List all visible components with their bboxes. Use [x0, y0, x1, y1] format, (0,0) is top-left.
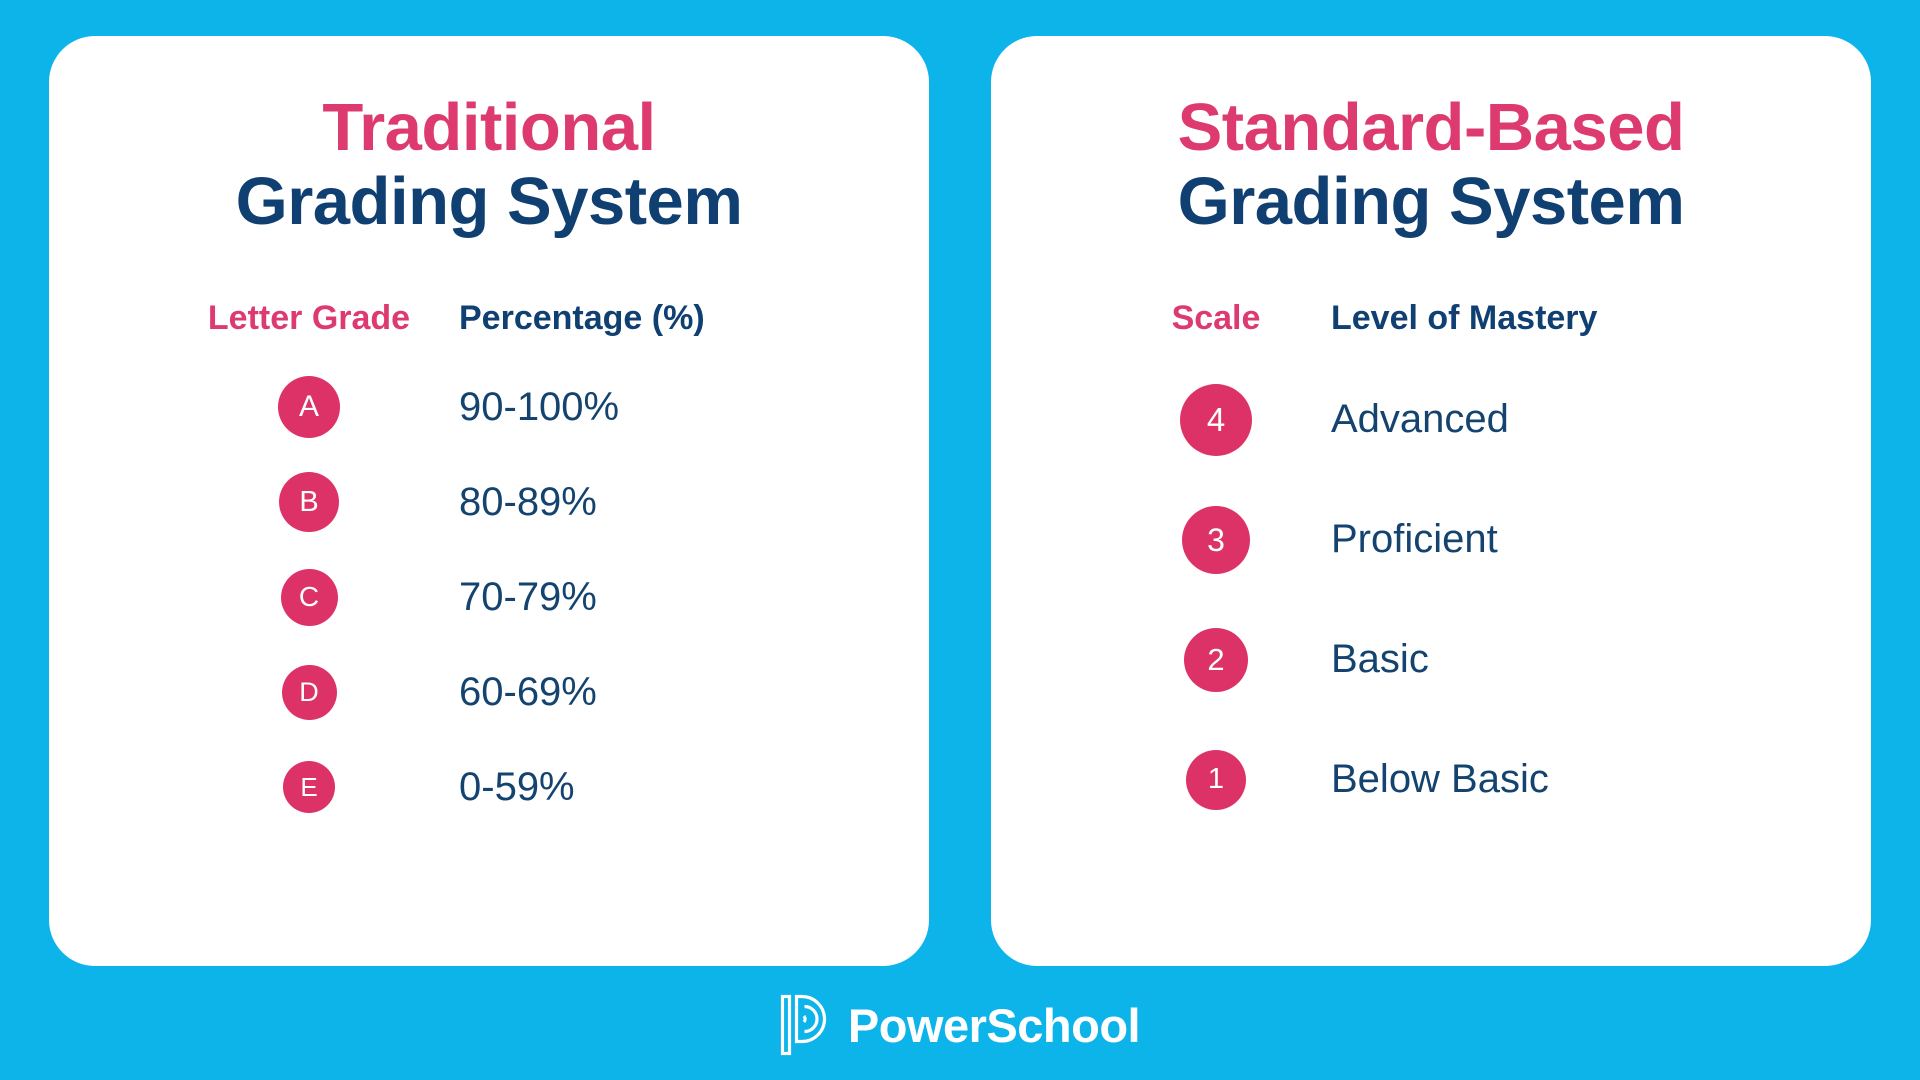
- mastery-level-cell: Proficient: [1331, 517, 1761, 562]
- standard-based-title-line2: Grading System: [1177, 164, 1685, 240]
- scale-header-label: Scale: [1171, 298, 1261, 337]
- standard-based-grading-table: Scale Level of Mastery 4 Advanced 3 Prof…: [1041, 299, 1821, 840]
- mastery-level-value: Proficient: [1331, 517, 1498, 562]
- grade-badge-e: E: [283, 761, 335, 814]
- powerschool-footer: PowerSchool: [780, 988, 1141, 1062]
- table-row: 1 Below Basic: [1101, 720, 1761, 840]
- grade-percentage-value: 90-100%: [459, 384, 620, 429]
- table-row: B 80-89%: [159, 455, 819, 550]
- scale-badge-1: 1: [1186, 749, 1246, 810]
- standard-based-table-header-row: Scale Level of Mastery: [1101, 299, 1761, 338]
- traditional-grading-table: Letter Grade Percentage (%) A 90-100% B …: [99, 299, 879, 835]
- table-row: C 70-79%: [159, 550, 819, 645]
- grade-badge-cell: C: [159, 568, 459, 626]
- infographic-page: Traditional Grading System Letter Grade …: [0, 0, 1920, 1080]
- powerschool-brand-name: PowerSchool: [847, 998, 1141, 1052]
- grade-badge-d: D: [281, 664, 337, 720]
- grade-badge-b: B: [279, 472, 339, 533]
- traditional-card-title: Traditional Grading System: [235, 90, 743, 240]
- powerschool-p-logo-icon: [780, 994, 832, 1056]
- grade-percentage-cell: 60-69%: [459, 670, 819, 715]
- grade-percentage-value: 0-59%: [459, 764, 575, 809]
- grade-percentage-cell: 70-79%: [459, 575, 819, 620]
- traditional-title-line1: Traditional: [322, 90, 656, 165]
- grade-percentage-cell: 80-89%: [459, 480, 819, 525]
- standard-based-header-cell-scale: Scale: [1101, 299, 1331, 338]
- table-row: D 60-69%: [159, 645, 819, 740]
- standard-based-card-title: Standard-Based Grading System: [1177, 90, 1685, 240]
- table-row: A 90-100%: [159, 360, 819, 455]
- table-row: 3 Proficient: [1101, 480, 1761, 600]
- scale-badge-4: 4: [1180, 383, 1252, 456]
- traditional-header-cell-letter-grade: Letter Grade: [159, 299, 459, 338]
- grade-percentage-cell: 90-100%: [459, 385, 819, 430]
- grade-badge-c: C: [280, 568, 338, 626]
- scale-badge-cell: 1: [1101, 749, 1331, 810]
- percentage-header-label: Percentage (%): [459, 298, 705, 337]
- grade-badge-a: A: [278, 376, 340, 439]
- scale-badge-cell: 2: [1101, 627, 1331, 692]
- traditional-table-header-row: Letter Grade Percentage (%): [159, 299, 819, 338]
- table-row: 2 Basic: [1101, 600, 1761, 720]
- standard-based-table-inner: Scale Level of Mastery 4 Advanced 3 Prof…: [1101, 299, 1761, 840]
- traditional-title-line2: Grading System: [235, 164, 743, 240]
- standard-based-header-cell-mastery: Level of Mastery: [1331, 299, 1761, 338]
- mastery-level-value: Basic: [1331, 637, 1429, 682]
- scale-badge-cell: 3: [1101, 505, 1331, 574]
- mastery-level-value: Below Basic: [1331, 757, 1549, 802]
- grade-percentage-cell: 0-59%: [459, 765, 819, 810]
- grade-percentage-value: 60-69%: [459, 669, 597, 714]
- grade-badge-cell: D: [159, 664, 459, 720]
- table-row: E 0-59%: [159, 740, 819, 835]
- traditional-table-inner: Letter Grade Percentage (%) A 90-100% B …: [159, 299, 819, 835]
- standard-based-title-line1: Standard-Based: [1177, 90, 1685, 165]
- traditional-grading-card: Traditional Grading System Letter Grade …: [49, 36, 929, 966]
- grade-badge-cell: A: [159, 376, 459, 439]
- standard-based-grading-card: Standard-Based Grading System Scale Leve…: [991, 36, 1871, 966]
- traditional-header-cell-percentage: Percentage (%): [459, 299, 819, 338]
- table-row: 4 Advanced: [1101, 360, 1761, 480]
- scale-badge-3: 3: [1182, 505, 1250, 574]
- mastery-level-cell: Basic: [1331, 637, 1761, 682]
- letter-grade-header-label: Letter Grade: [207, 298, 411, 337]
- grade-badge-cell: E: [159, 761, 459, 814]
- grade-percentage-value: 80-89%: [459, 479, 597, 524]
- mastery-level-value: Advanced: [1331, 397, 1509, 442]
- scale-badge-cell: 4: [1101, 383, 1331, 456]
- grade-badge-cell: B: [159, 472, 459, 533]
- cards-container: Traditional Grading System Letter Grade …: [0, 0, 1920, 966]
- grade-percentage-value: 70-79%: [459, 574, 597, 619]
- mastery-level-cell: Below Basic: [1331, 757, 1761, 802]
- level-of-mastery-header-label: Level of Mastery: [1331, 298, 1598, 337]
- scale-badge-2: 2: [1184, 627, 1248, 692]
- mastery-level-cell: Advanced: [1331, 397, 1761, 442]
